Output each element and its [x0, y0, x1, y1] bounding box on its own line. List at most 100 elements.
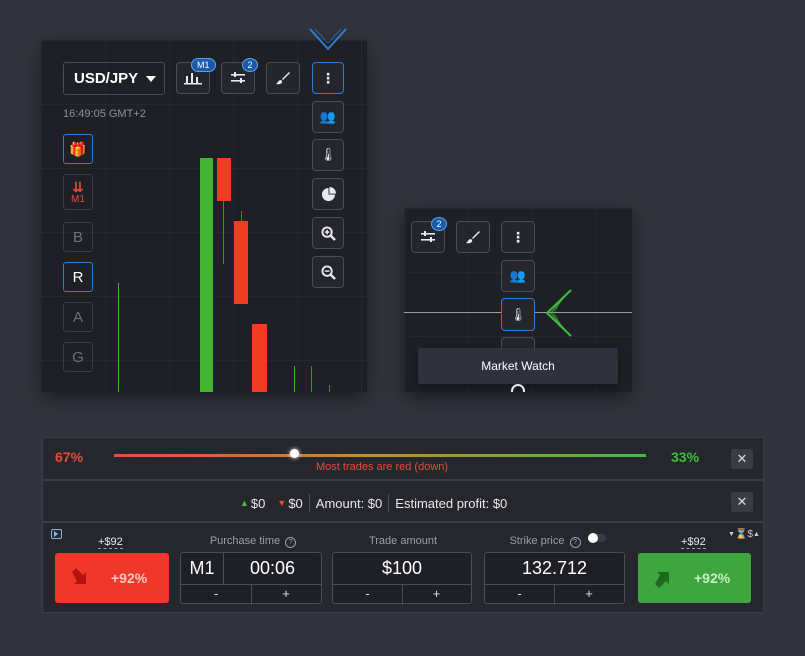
trend-timeframe: M1 — [71, 193, 85, 205]
candle-wick — [294, 366, 295, 392]
market-watch-tooltip: Market Watch — [418, 348, 618, 384]
red-percent: 67% — [55, 449, 84, 465]
drawing-button[interactable] — [456, 221, 490, 253]
caret-down-icon: ▼ — [728, 531, 735, 538]
candle-red — [217, 158, 231, 201]
social-trading-button[interactable]: 👥 — [501, 260, 535, 292]
pie-chart-icon — [321, 186, 336, 201]
caret-up-icon: ▲ — [752, 531, 760, 538]
candle-red — [234, 221, 248, 304]
trade-amount-label: Trade amount — [368, 535, 438, 547]
strike-price-value[interactable]: 132.712 — [485, 558, 624, 579]
candle-green — [200, 158, 213, 392]
market-watch-button[interactable]: 🌡 — [501, 298, 535, 331]
more-button[interactable]: ⋮ — [501, 221, 535, 253]
trade-amount-plus[interactable]: + — [402, 584, 471, 605]
pair-name: USD/JPY — [74, 70, 139, 87]
server-time: 16:49:05 GMT+2 — [63, 108, 146, 120]
buy-button[interactable]: +92% — [638, 553, 751, 603]
help-icon[interactable]: ? — [285, 537, 297, 548]
purchase-time-field[interactable]: M1 00:06 - + — [180, 552, 322, 605]
chevron-down-icon — [146, 75, 157, 82]
thermometer-icon: 🌡 — [319, 147, 337, 162]
main-chart-panel[interactable]: USD/JPY 16:49:05 GMT+2 M1 2 ⋮ 👥 🌡 🎁 ⇊ M1… — [41, 40, 367, 392]
close-sentiment-button[interactable]: ✕ — [731, 449, 753, 469]
pair-selector[interactable]: USD/JPY — [63, 62, 165, 95]
candle-wick — [118, 283, 119, 392]
strike-price-plus[interactable]: + — [554, 584, 624, 605]
chart-toggle-button[interactable] — [51, 529, 62, 539]
gift-icon: 🎁 — [69, 140, 87, 157]
green-percent: 33% — [671, 449, 700, 465]
brush-icon — [466, 231, 480, 244]
close-trades-summary-button[interactable]: ✕ — [731, 492, 753, 512]
up-arrow-icon: ▲ — [240, 498, 249, 508]
buy-payout-label: +$92 — [681, 536, 706, 549]
candle-wick — [311, 366, 312, 392]
down-arrow-icon: ▼ — [277, 498, 287, 508]
purchase-timeframe[interactable]: M1 — [181, 558, 223, 579]
candle-wick — [329, 385, 330, 392]
thermometer-icon: 🌡 — [509, 306, 527, 322]
social-trading-button[interactable]: 👥 — [312, 101, 344, 133]
toolbar-popup-panel[interactable]: 2 ⋮ 👥 🌡 Market Watch — [404, 208, 632, 392]
strike-price-label: Strike price ? — [495, 535, 595, 548]
drawing-button[interactable] — [266, 62, 300, 94]
sliders-icon — [231, 72, 245, 83]
indicator-r-button[interactable]: R — [63, 262, 93, 292]
currency-toggle[interactable]: ▼ ⌛ $ ▲ — [728, 529, 760, 540]
sentiment-track — [114, 454, 646, 457]
zoom-out-button[interactable] — [312, 256, 344, 288]
settings-badge: 2 — [242, 58, 258, 72]
more-vertical-icon: ⋮ — [511, 228, 525, 245]
candles-icon — [184, 73, 202, 85]
trade-panel: +$92 +92% Purchase time ? M1 00:06 - + T… — [42, 522, 764, 613]
indicator-b-button[interactable]: B — [63, 222, 93, 252]
purchase-time-label-text: Purchase time — [209, 535, 281, 547]
strike-price-toggle[interactable] — [588, 533, 606, 543]
hourglass-icon: ⌛ — [734, 529, 748, 540]
trade-amount-minus[interactable]: - — [333, 584, 403, 605]
purchase-time-value[interactable]: 00:06 — [224, 558, 321, 579]
purchase-time-label: Purchase time ? — [183, 535, 323, 548]
more-vertical-icon: ⋮ — [321, 70, 335, 86]
sell-button[interactable]: +92% — [55, 553, 169, 603]
purchase-time-minus[interactable]: - — [181, 584, 252, 605]
trade-amount-value[interactable]: $100 — [333, 558, 471, 579]
trend-m1-button[interactable]: ⇊ M1 — [63, 174, 93, 210]
close-icon: ✕ — [736, 494, 748, 509]
tooltip-text: Market Watch — [481, 359, 555, 373]
sentiment-caption: Most trades are red (down) — [316, 461, 449, 473]
arrow-up-right-icon — [655, 572, 669, 588]
help-icon[interactable]: ? — [569, 537, 581, 548]
divider — [388, 494, 390, 512]
pointer-arrow-icon — [545, 289, 572, 337]
more-button[interactable]: ⋮ — [312, 62, 344, 94]
analytics-button[interactable] — [312, 178, 344, 210]
timeframe-badge: M1 — [191, 58, 216, 72]
purchase-time-plus[interactable]: + — [251, 584, 321, 605]
trades-summary-content: ▲ $0 ▼ $0 Amount: $0 Estimated profit: $… — [240, 494, 507, 512]
users-icon: 👥 — [319, 109, 337, 124]
zoom-in-button[interactable] — [312, 217, 344, 249]
down-trades-value: $0 — [288, 495, 303, 511]
gift-button[interactable]: 🎁 — [63, 134, 93, 164]
sell-percent: +92% — [111, 570, 148, 586]
indicator-a-button[interactable]: A — [63, 302, 93, 332]
up-trades-value: $0 — [250, 495, 266, 511]
users-icon: 👥 — [509, 268, 527, 283]
strike-price-field[interactable]: 132.712 - + — [484, 552, 625, 605]
trades-summary-bar: ▲ $0 ▼ $0 Amount: $0 Estimated profit: $… — [42, 480, 764, 522]
pointer-arrow-icon — [309, 28, 347, 51]
indicator-g-button[interactable]: G — [63, 342, 93, 372]
strike-price-minus[interactable]: - — [485, 584, 555, 605]
sentiment-bar: 67% Most trades are red (down) 33% ✕ — [42, 437, 764, 480]
amount-text: Amount: $0 — [315, 495, 383, 511]
strike-price-label-text: Strike price — [509, 535, 565, 547]
trade-amount-field[interactable]: $100 - + — [332, 552, 472, 605]
toggle-knob — [588, 533, 598, 543]
market-watch-button[interactable]: 🌡 — [312, 139, 344, 171]
arrow-down-right-icon — [72, 568, 86, 584]
profit-text: Estimated profit: $0 — [395, 495, 508, 511]
sliders-icon — [421, 231, 435, 242]
